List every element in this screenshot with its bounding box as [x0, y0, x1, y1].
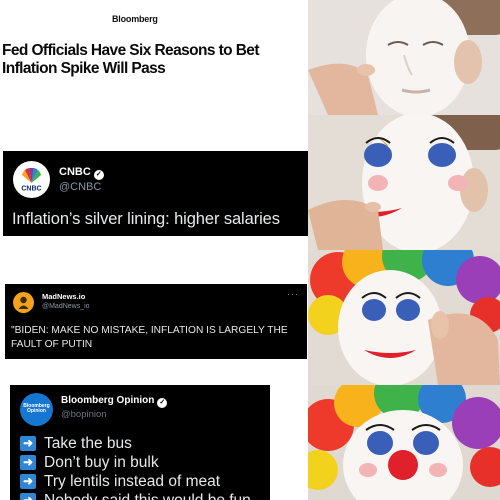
- account-handle[interactable]: @CNBC: [59, 181, 101, 193]
- verified-badge-icon: ✓: [157, 398, 168, 408]
- madnews-tweet: MadNews.io @MadNews_io ··· "BIDEN: MAKE …: [5, 284, 307, 359]
- bloomberg-opinion-tweet: Bloomberg Opinion Bloomberg Opinion ✓ @bo…: [10, 385, 270, 500]
- bloomberg-logo: Bloomberg: [112, 14, 158, 24]
- right-arrow-icon: ➜: [20, 455, 36, 470]
- account-name[interactable]: Bloomberg Opinion ✓: [61, 395, 168, 408]
- list-item: ➜ Don’t buy in bulk: [20, 453, 251, 472]
- clown-stage-2-image: [308, 115, 500, 250]
- person-icon: [18, 296, 29, 309]
- account-handle[interactable]: @MadNews_io: [42, 303, 90, 310]
- svg-text:CNBC: CNBC: [21, 186, 41, 193]
- verified-badge-icon: ✓: [93, 170, 104, 180]
- bloomberg-opinion-avatar[interactable]: Bloomberg Opinion: [20, 393, 53, 426]
- right-arrow-icon: ➜: [20, 436, 36, 451]
- clown-stage-4-image: [308, 385, 500, 500]
- account-name[interactable]: MadNews.io: [42, 292, 85, 301]
- bloomberg-headline-card: Bloomberg Fed Officials Have Six Reasons…: [0, 0, 310, 125]
- cnbc-tweet: CNBC CNBC ✓ @CNBC Inflation’s silver lini…: [3, 151, 308, 236]
- more-options-icon[interactable]: ···: [287, 289, 299, 299]
- advice-list: ➜ Take the bus ➜ Don’t buy in bulk ➜ Try le…: [20, 434, 251, 500]
- peacock-icon: CNBC: [21, 168, 42, 193]
- list-item: ➜ Try lentils instead of meat: [20, 472, 251, 491]
- headline: Fed Officials Have Six Reasons to Bet In…: [2, 42, 260, 77]
- account-handle[interactable]: @bopinion: [61, 409, 107, 420]
- list-item: ➜ Nobody said this would be fun: [20, 491, 251, 500]
- right-arrow-icon: ➜: [20, 493, 36, 500]
- clown-stage-1-image: [308, 0, 500, 115]
- tweet-text: "BIDEN: MAKE NO MISTAKE, INFLATION IS LA…: [11, 325, 288, 350]
- tweet-text: Inflation’s silver lining: higher salari…: [12, 210, 280, 228]
- right-arrow-icon: ➜: [20, 474, 36, 489]
- clown-stage-3-image: [308, 250, 500, 385]
- cnbc-avatar: CNBC: [13, 161, 50, 198]
- account-name[interactable]: CNBC ✓: [59, 166, 104, 180]
- list-item: ➜ Take the bus: [20, 434, 251, 453]
- madnews-avatar[interactable]: [13, 292, 34, 313]
